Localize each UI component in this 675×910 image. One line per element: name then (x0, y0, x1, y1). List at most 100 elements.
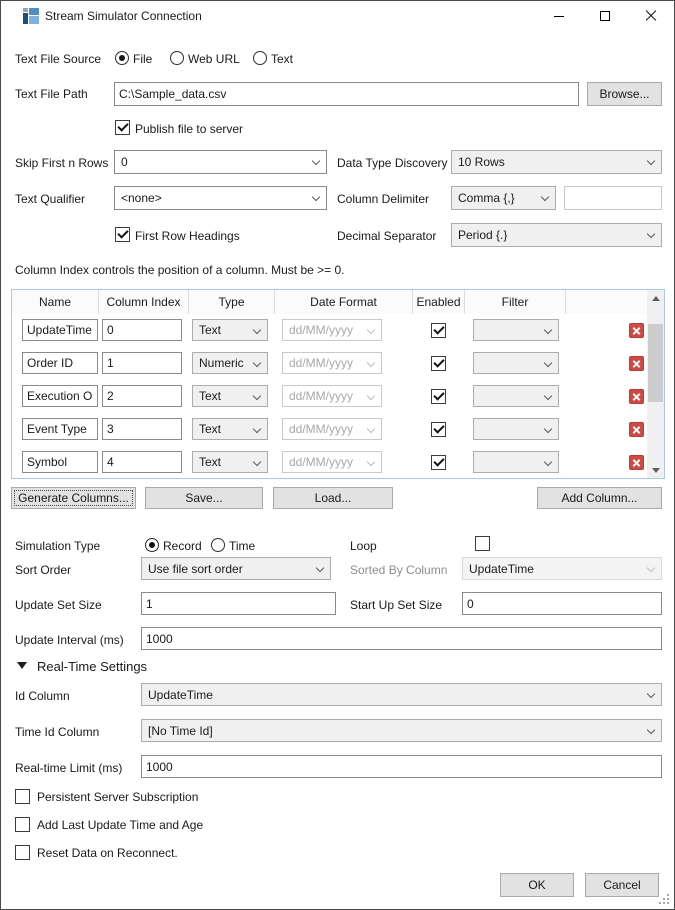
startup-set-size-input[interactable] (462, 592, 662, 615)
maximize-button[interactable] (582, 1, 628, 31)
custom-delimiter-input[interactable] (564, 186, 662, 210)
column-index-input[interactable] (102, 451, 182, 473)
add-column-button[interactable]: Add Column... (537, 487, 662, 509)
cell-type: Text (189, 314, 275, 347)
radio-text-label[interactable]: Text (271, 52, 293, 67)
column-name-input[interactable] (22, 385, 98, 407)
table-header: Name Column Index Type Date Format Enabl… (12, 290, 647, 314)
column-index-input[interactable] (102, 385, 182, 407)
enabled-checkbox[interactable] (431, 323, 446, 338)
delete-column-button[interactable] (629, 455, 644, 470)
radio-file-label[interactable]: File (133, 52, 152, 67)
radio-file[interactable] (115, 51, 129, 65)
publish-file-label[interactable]: Publish file to server (135, 122, 243, 137)
reset-data-checkbox[interactable] (15, 845, 30, 860)
cell-date-format: dd/MM/yyyy (275, 314, 413, 347)
column-index-input[interactable] (102, 319, 182, 341)
delete-column-button[interactable] (629, 323, 644, 338)
cell-filter (465, 314, 566, 347)
persistent-subscription-checkbox[interactable] (15, 789, 30, 804)
time-id-column-select[interactable]: [No Time Id] (141, 719, 662, 742)
enabled-checkbox[interactable] (431, 356, 446, 371)
add-last-update-checkbox[interactable] (15, 817, 30, 832)
filter-select[interactable] (473, 385, 559, 407)
publish-file-checkbox[interactable] (115, 120, 130, 135)
chevron-down-icon (316, 564, 324, 572)
cell-date-format: dd/MM/yyyy (275, 347, 413, 380)
reset-data-label[interactable]: Reset Data on Reconnect. (37, 846, 178, 861)
cancel-button[interactable]: Cancel (585, 873, 659, 897)
cell-actions (566, 380, 647, 413)
scroll-up-icon[interactable] (647, 290, 664, 305)
delete-column-button[interactable] (629, 389, 644, 404)
enabled-checkbox[interactable] (431, 455, 446, 470)
realtime-limit-input[interactable] (141, 755, 662, 778)
column-name-input[interactable] (22, 352, 98, 374)
scrollbar-thumb[interactable] (648, 324, 663, 402)
filter-select[interactable] (473, 352, 559, 374)
filter-select[interactable] (473, 451, 559, 473)
update-set-size-label: Update Set Size (15, 598, 102, 613)
data-type-discovery-select[interactable]: 10 Rows (451, 150, 662, 174)
radio-record-label[interactable]: Record (163, 539, 202, 554)
column-type-select[interactable]: Text (192, 319, 268, 341)
column-delimiter-select[interactable]: Comma {,} (451, 186, 556, 210)
update-set-size-input[interactable] (141, 592, 336, 615)
minimize-button[interactable] (536, 1, 582, 31)
update-interval-label: Update Interval (ms) (15, 633, 124, 648)
radio-time-label[interactable]: Time (229, 539, 255, 554)
ok-button[interactable]: OK (500, 873, 574, 897)
update-interval-input[interactable] (141, 627, 662, 650)
titlebar[interactable]: Stream Simulator Connection (1, 1, 674, 31)
cell-filter (465, 347, 566, 380)
first-row-headings-checkbox[interactable] (115, 227, 130, 242)
generate-columns-button[interactable]: Generate Columns... (11, 487, 136, 509)
decimal-separator-select[interactable]: Period {.} (451, 223, 662, 247)
loop-checkbox[interactable] (475, 536, 490, 551)
cell-enabled (413, 347, 465, 380)
load-button[interactable]: Load... (273, 487, 393, 509)
columns-table: Name Column Index Type Date Format Enabl… (11, 289, 665, 479)
text-qualifier-label: Text Qualifier (15, 192, 85, 207)
radio-text[interactable] (253, 51, 267, 65)
close-button[interactable] (628, 1, 674, 31)
column-type-select[interactable]: Text (192, 385, 268, 407)
filter-select[interactable] (473, 418, 559, 440)
save-button[interactable]: Save... (145, 487, 263, 509)
enabled-checkbox[interactable] (431, 389, 446, 404)
radio-record[interactable] (145, 538, 159, 552)
table-scrollbar[interactable] (647, 290, 664, 478)
filter-select[interactable] (473, 319, 559, 341)
skip-rows-select[interactable]: 0 (114, 150, 327, 174)
browse-button[interactable]: Browse... (587, 82, 662, 106)
radio-time[interactable] (211, 538, 225, 552)
column-type-select[interactable]: Numeric (192, 352, 268, 374)
resize-grip-icon[interactable] (657, 892, 670, 905)
id-column-select[interactable]: UpdateTime (141, 683, 662, 706)
delete-column-button[interactable] (629, 356, 644, 371)
realtime-settings-header[interactable]: Real-Time Settings (37, 659, 147, 674)
column-index-input[interactable] (102, 418, 182, 440)
column-name-input[interactable] (22, 319, 98, 341)
sort-order-select[interactable]: Use file sort order (141, 557, 331, 580)
column-name-input[interactable] (22, 418, 98, 440)
delete-x-icon (632, 425, 641, 434)
text-file-path-input[interactable] (114, 82, 579, 106)
radio-web-url[interactable] (170, 51, 184, 65)
cell-index (99, 446, 189, 479)
cell-name (12, 380, 99, 413)
radio-web-url-label[interactable]: Web URL (188, 52, 240, 67)
scroll-down-icon[interactable] (647, 463, 664, 478)
delete-column-button[interactable] (629, 422, 644, 437)
first-row-headings-label[interactable]: First Row Headings (135, 229, 240, 244)
chevron-down-icon (253, 392, 261, 400)
column-index-input[interactable] (102, 352, 182, 374)
column-name-input[interactable] (22, 451, 98, 473)
column-type-select[interactable]: Text (192, 418, 268, 440)
add-last-update-label[interactable]: Add Last Update Time and Age (37, 818, 203, 833)
text-qualifier-select[interactable]: <none> (114, 186, 327, 210)
enabled-checkbox[interactable] (431, 422, 446, 437)
column-type-select[interactable]: Text (192, 451, 268, 473)
persistent-subscription-label[interactable]: Persistent Server Subscription (37, 790, 198, 805)
expander-collapse-icon[interactable] (17, 662, 27, 669)
